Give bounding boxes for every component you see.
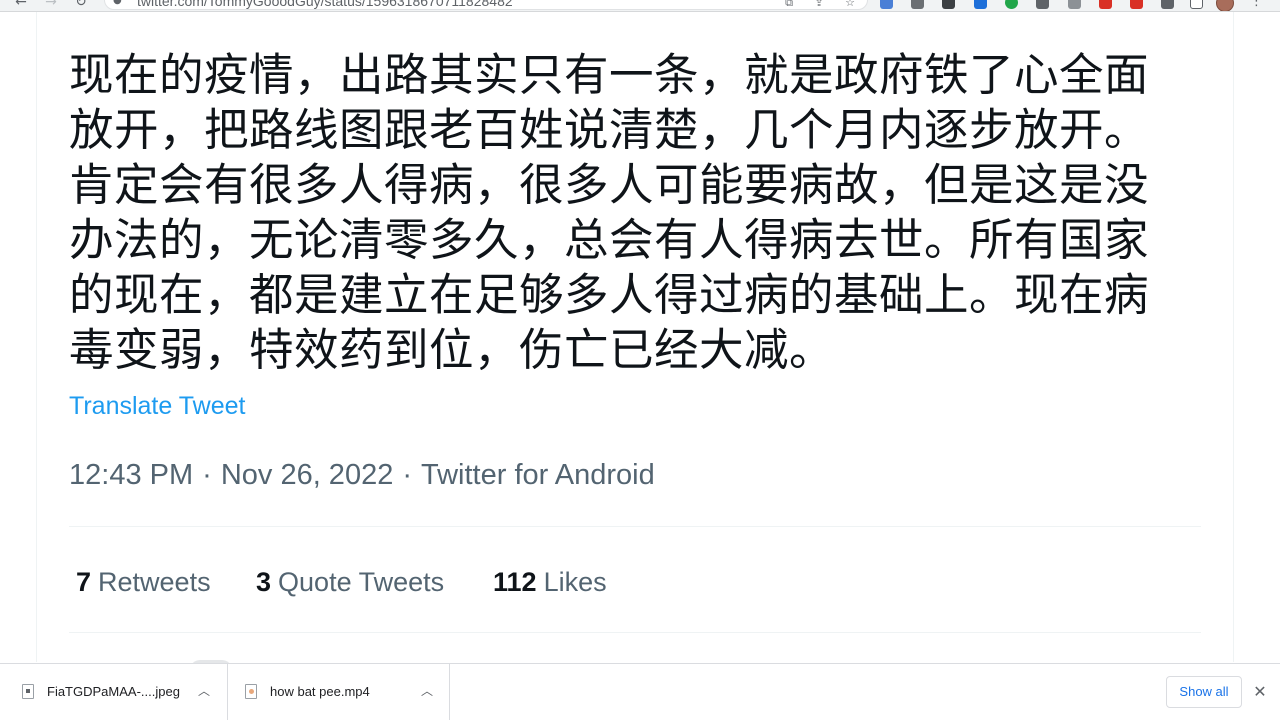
tweet-date[interactable]: Nov 26, 2022 — [221, 459, 394, 491]
browser-toolbar: ← → ↻ ● twitter.com/TommyGooodGuy/status… — [0, 0, 1280, 12]
back-arrow-icon[interactable]: ← — [12, 0, 30, 10]
extension-green-icon[interactable] — [1005, 0, 1018, 9]
download-item[interactable]: FiaTGDPaMAA-....jpeg ︿ — [0, 664, 228, 720]
close-icon[interactable]: ✕ — [1252, 682, 1268, 702]
tweet-text: 现在的疫情，出路其实只有一条，就是政府铁了心全面 放开，把路线图跟老百姓说清楚，… — [69, 48, 1189, 378]
tweet-time[interactable]: 12:43 PM — [69, 459, 193, 491]
quote-tweets-count: 3 — [256, 567, 272, 597]
divider — [69, 632, 1201, 633]
address-bar[interactable]: ● twitter.com/TommyGooodGuy/status/15963… — [104, 0, 868, 10]
retweets-count: 7 — [76, 567, 92, 597]
download-item[interactable]: how bat pee.mp4 ︿ — [228, 664, 450, 720]
retweets-stat[interactable]: 7 Retweets — [76, 564, 211, 600]
url-text: twitter.com/TommyGooodGuy/status/1596318… — [137, 0, 513, 9]
quote-tweets-label: Quote Tweets — [278, 567, 445, 597]
chevron-up-icon[interactable]: ︿ — [420, 682, 434, 700]
browser-window: ← → ↻ ● twitter.com/TommyGooodGuy/status… — [0, 0, 1280, 720]
extension-tools-icon[interactable] — [1036, 0, 1049, 9]
likes-count: 112 — [493, 567, 537, 597]
tweet-line: 放开，把路线图跟老百姓说清楚，几个月内逐步放开。 — [69, 105, 1150, 156]
content-left-border — [36, 12, 37, 662]
tweet-line: 的现在，都是建立在足够多人得过病的基础上。现在病 — [69, 270, 1150, 321]
show-all-button[interactable]: Show all — [1166, 676, 1242, 708]
likes-stat[interactable]: 112 Likes — [493, 564, 607, 600]
extension-red-2-icon[interactable] — [1130, 0, 1143, 9]
meta-separator: · — [402, 459, 412, 491]
share-icon[interactable]: ⇪ — [812, 0, 826, 10]
tweet-source[interactable]: Twitter for Android — [421, 459, 655, 491]
extension-translate-icon[interactable] — [880, 0, 893, 9]
download-filename: FiaTGDPaMAA-....jpeg — [47, 684, 180, 699]
content-right-border — [1233, 12, 1234, 662]
image-file-icon — [22, 684, 34, 699]
tweet-line: 办法的，无论清零多久，总会有人得病去世。所有国家 — [69, 215, 1150, 266]
extension-glasses-icon[interactable] — [942, 0, 955, 9]
menu-kebab-icon[interactable]: ⋮ — [1250, 0, 1263, 10]
translate-tweet-link[interactable]: Translate Tweet — [69, 390, 245, 422]
bookmark-star-icon[interactable]: ☆ — [843, 0, 857, 10]
quote-tweets-stat[interactable]: 3 Quote Tweets — [256, 564, 444, 600]
likes-label: Likes — [543, 567, 607, 597]
extension-bracket-icon[interactable] — [1068, 0, 1081, 9]
meta-separator: · — [202, 459, 212, 491]
tweet-metadata: 12:43 PM · Nov 26, 2022 · Twitter for Androi… — [69, 457, 664, 493]
tweet-line: 现在的疫情，出路其实只有一条，就是政府铁了心全面 — [69, 50, 1150, 101]
download-shelf: FiaTGDPaMAA-....jpeg ︿ how bat pee.mp4 ︿… — [0, 663, 1280, 720]
tweet-line: 毒变弱，特效药到位，伤亡已经大减。 — [69, 325, 835, 376]
chevron-up-icon[interactable]: ︿ — [197, 682, 211, 700]
reload-icon[interactable]: ↻ — [72, 0, 90, 10]
download-filename: how bat pee.mp4 — [270, 684, 370, 699]
tweet-line: 肯定会有很多人得病，很多人可能要病故，但是这是没 — [69, 160, 1150, 211]
open-in-app-icon[interactable]: ⧉ — [782, 0, 796, 10]
profile-avatar[interactable] — [1216, 0, 1234, 11]
tab-window-icon[interactable] — [1190, 0, 1203, 9]
retweets-label: Retweets — [98, 567, 211, 597]
extension-vpn-icon[interactable] — [974, 0, 987, 9]
lock-icon: ● — [113, 0, 122, 6]
video-file-icon — [245, 684, 257, 699]
divider — [69, 526, 1201, 527]
forward-arrow-icon[interactable]: → — [42, 0, 60, 10]
extensions-puzzle-icon[interactable] — [1161, 0, 1174, 9]
extension-m-icon[interactable] — [911, 0, 924, 9]
extension-red-icon[interactable] — [1099, 0, 1112, 9]
